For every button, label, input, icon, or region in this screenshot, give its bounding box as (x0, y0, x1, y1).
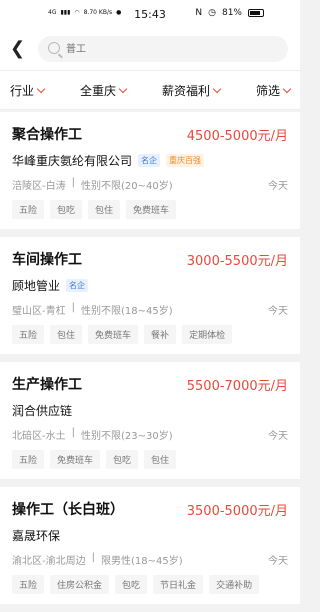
job-salary: 3500-5000元/月 (186, 503, 288, 519)
nfc-icon: N (195, 8, 203, 18)
benefit-tag: 免费班车 (126, 200, 177, 219)
job-meta: 北碚区-水土 | 性别不限(23~30岁) (12, 427, 173, 442)
benefit-tags: 五险 包住 免费班车 餐补 定期体检 (12, 325, 288, 344)
job-location: 渝北区-渝北周边 (12, 556, 86, 567)
job-title: 聚合操作工 (12, 127, 82, 143)
chevron-down-icon (282, 84, 292, 93)
job-card[interactable]: 聚合操作工 4500-5000元/月华峰重庆氨纶有限公司 名企 重庆百强涪陵区-白涛 |… (0, 112, 300, 229)
job-header: 聚合操作工 4500-5000元/月 (12, 124, 288, 144)
post-time: 今天 (268, 181, 288, 192)
company-name: 顾地管业 (12, 279, 61, 293)
filter-bar: 行业 全重庆 薪资福利 筛选 (0, 70, 300, 110)
chevron-down-icon (36, 84, 46, 93)
job-meta-row: 涪陵区-白涛 | 性别不限(20~40岁) 今天 (12, 177, 288, 192)
filter-city[interactable]: 全重庆 (79, 82, 128, 99)
status-icons-right: N ◷ 81% (195, 8, 264, 18)
job-requirement: 限男性(18~45岁) (100, 556, 183, 567)
battery-icon (248, 9, 264, 17)
benefit-tag: 包住 (88, 200, 121, 219)
filter-more[interactable]: 筛选 (255, 82, 292, 99)
job-meta: 渝北区-渝北周边 | 限男性(18~45岁) (12, 552, 183, 567)
benefit-tag: 五险 (12, 325, 45, 344)
back-icon[interactable]: ❮ (10, 38, 28, 60)
top-bar: ❮ (0, 30, 300, 70)
job-meta: 璧山区-青杠 | 性别不限(18~45岁) (12, 302, 173, 317)
job-header: 生产操作工 5500-7000元/月 (12, 374, 288, 394)
job-location: 北碚区-水土 (12, 431, 66, 442)
chevron-down-icon (212, 84, 222, 93)
filter-label: 行业 (10, 83, 35, 98)
job-card[interactable]: 操作工（长白班） 3500-5000元/月嘉晟环保渝北区-渝北周边 | 限男性(18~… (0, 487, 300, 604)
meta-divider: | (71, 177, 75, 188)
benefit-tag: 定期体检 (182, 325, 233, 344)
benefit-tag: 免费班车 (50, 450, 101, 469)
benefit-tag: 包住 (144, 450, 177, 469)
job-title: 车间操作工 (12, 252, 82, 268)
meta-divider: | (71, 302, 75, 313)
benefit-tag: 免费班车 (88, 325, 139, 344)
job-salary: 3000-5500元/月 (186, 253, 288, 269)
chevron-down-icon (118, 84, 128, 93)
job-card[interactable]: 生产操作工 5500-7000元/月润合供应链北碚区-水土 | 性别不限(23~30岁… (0, 362, 300, 479)
job-location: 璧山区-青杠 (12, 306, 66, 317)
post-time: 今天 (268, 431, 288, 442)
benefit-tag: 餐补 (144, 325, 177, 344)
filter-label: 全重庆 (79, 83, 116, 98)
benefit-tag: 包住 (50, 325, 83, 344)
filter-salary[interactable]: 薪资福利 (161, 82, 222, 99)
post-time: 今天 (268, 306, 288, 317)
job-list: 聚合操作工 4500-5000元/月 华峰重庆氨纶有限公司 名企 重庆百强 涪陵区-白涛 |… (0, 112, 300, 612)
benefit-tag: 包吃 (115, 575, 148, 594)
job-header: 操作工（长白班） 3500-5000元/月 (12, 499, 288, 519)
company-row: 嘉晟环保 (12, 527, 288, 544)
meta-divider: | (91, 552, 95, 563)
job-meta: 涪陵区-白涛 | 性别不限(20~40岁) (12, 177, 173, 192)
benefit-tag: 包吃 (50, 200, 83, 219)
benefit-tag: 交通补助 (209, 575, 260, 594)
filter-label: 薪资福利 (161, 83, 210, 98)
benefit-tag: 住房公积金 (50, 575, 110, 594)
post-time: 今天 (268, 556, 288, 567)
company-row: 华峰重庆氨纶有限公司 名企 重庆百强 (12, 152, 288, 169)
status-bar: 4G ▮▮▮ ◠ 8.70 KB/s ● 15:43 N ◷ 81% (0, 0, 300, 30)
company-row: 顾地管业 名企 (12, 277, 288, 294)
job-requirement: 性别不限(23~30岁) (80, 431, 173, 442)
company-name: 润合供应链 (12, 404, 73, 418)
benefit-tags: 五险 住房公积金 包吃 节日礼金 交通补助 (12, 575, 288, 594)
job-meta-row: 北碚区-水土 | 性别不限(23~30岁) 今天 (12, 427, 288, 442)
company-name: 嘉晟环保 (12, 529, 61, 543)
benefit-tags: 五险 免费班车 包吃 包住 (12, 450, 288, 469)
job-requirement: 性别不限(18~45岁) (80, 306, 173, 317)
job-title: 生产操作工 (12, 377, 82, 393)
benefit-tag: 节日礼金 (153, 575, 204, 594)
job-header: 车间操作工 3000-5500元/月 (12, 249, 288, 269)
battery-percent: 81% (221, 8, 242, 18)
benefit-tags: 五险 包吃 包住 免费班车 (12, 200, 288, 219)
company-row: 润合供应链 (12, 402, 288, 419)
job-salary: 5500-7000元/月 (186, 378, 288, 394)
meta-divider: | (71, 427, 75, 438)
job-requirement: 性别不限(20~40岁) (80, 181, 173, 192)
job-card[interactable]: 车间操作工 3000-5500元/月顾地管业 名企璧山区-青杠 | 性别不限(18~45… (0, 237, 300, 354)
benefit-tag: 包吃 (106, 450, 139, 469)
search-box[interactable] (38, 36, 288, 62)
company-name: 华峰重庆氨纶有限公司 (12, 154, 133, 168)
alarm-icon: ◷ (208, 8, 216, 18)
job-title: 操作工（长白班） (12, 502, 124, 518)
benefit-tag: 五险 (12, 575, 45, 594)
filter-label: 筛选 (255, 83, 280, 98)
job-salary: 4500-5000元/月 (186, 128, 288, 144)
filter-industry[interactable]: 行业 (10, 82, 46, 99)
job-meta-row: 璧山区-青杠 | 性别不限(18~45岁) 今天 (12, 302, 288, 317)
search-input[interactable] (66, 36, 276, 62)
company-badge: 名企 (66, 279, 89, 292)
company-badge: 名企 (138, 154, 161, 167)
job-location: 涪陵区-白涛 (12, 181, 66, 192)
benefit-tag: 五险 (12, 200, 45, 219)
benefit-tag: 五险 (12, 450, 45, 469)
job-meta-row: 渝北区-渝北周边 | 限男性(18~45岁) 今天 (12, 552, 288, 567)
company-badge: 重庆百强 (166, 154, 205, 167)
search-icon (48, 42, 60, 54)
